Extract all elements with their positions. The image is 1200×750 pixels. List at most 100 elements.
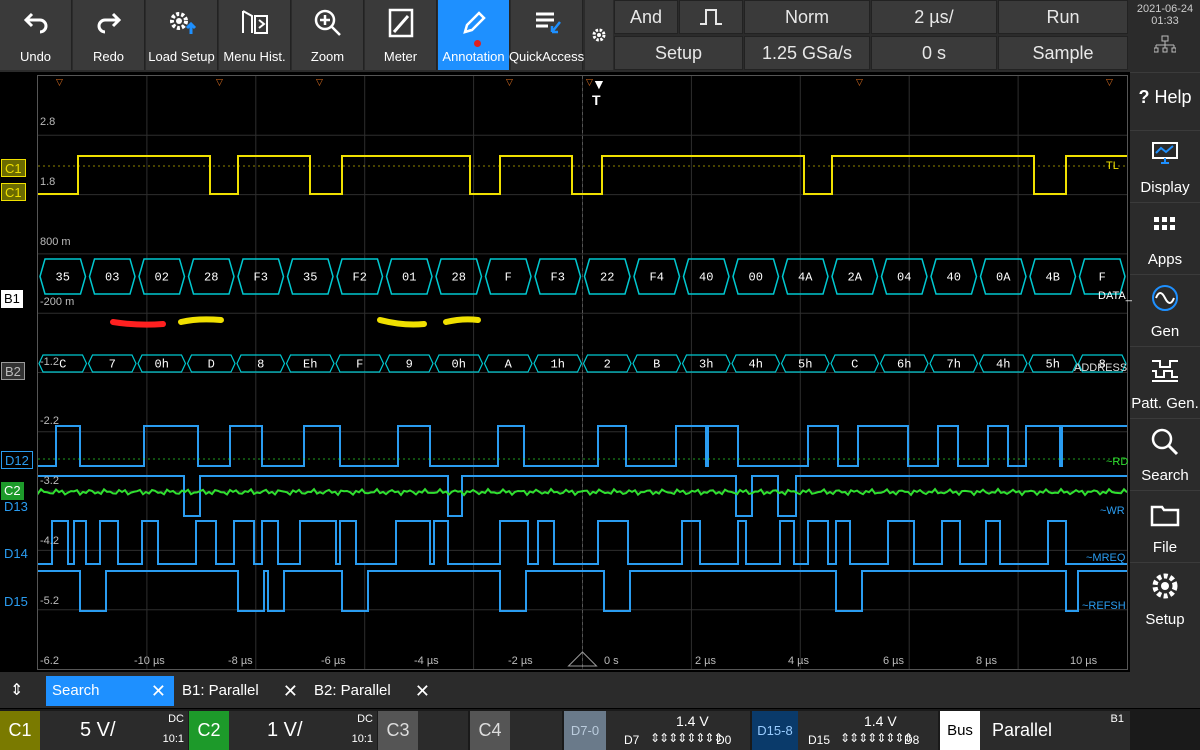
quickaccess-button[interactable]: QuickAccess xyxy=(509,0,584,70)
d7-0-button[interactable]: D7-0 xyxy=(564,711,606,750)
horizontal-offset[interactable]: 0 s xyxy=(871,36,997,70)
channel-bar: C1 5 V/ DC 10:1 C2 1 V/ DC 10:1 C3 C4 D7… xyxy=(0,709,1200,750)
meter-icon xyxy=(388,8,413,38)
marker-triangle: ▽ xyxy=(56,77,63,87)
pattern-gen-button[interactable]: Patt. Gen. xyxy=(1130,346,1200,418)
pattern-gen-label: Patt. Gen. xyxy=(1131,395,1199,412)
acquisition-mode[interactable]: Sample xyxy=(998,36,1128,70)
trigger-logic-text: And xyxy=(629,6,663,27)
b1-tag[interactable]: B1 xyxy=(1,290,23,308)
network-icon xyxy=(1153,35,1177,53)
mreq-label: ~MREQ xyxy=(1086,552,1126,564)
date: 2021-06-24 xyxy=(1136,3,1194,15)
c1-trigger-tag[interactable]: C1 xyxy=(1,159,26,177)
tab-b2-parallel[interactable]: B2: Parallel ✕ xyxy=(308,676,438,706)
d12-tag[interactable]: D12 xyxy=(1,451,33,469)
menu-hist-button[interactable]: Menu Hist. xyxy=(219,0,291,70)
c1-channel-button[interactable]: C1 xyxy=(0,711,40,750)
c1-tag[interactable]: C1 xyxy=(1,183,26,201)
wr-label: ~WR xyxy=(1100,505,1125,517)
redo-button[interactable]: Redo xyxy=(73,0,145,70)
menu-hist-label: Menu Hist. xyxy=(223,49,286,64)
c4-settings[interactable] xyxy=(510,711,562,750)
trigger-position-marker[interactable]: ▼ T xyxy=(592,76,606,108)
offset-text: 0 s xyxy=(921,42,946,63)
bus-button[interactable]: Bus xyxy=(940,711,980,750)
bit-arrows-icon: ⇕⇕⇕⇕⇕⇕⇕⇕ xyxy=(650,731,723,745)
display-button[interactable]: Display xyxy=(1130,130,1200,202)
bus-b1-value: 03 xyxy=(105,271,119,285)
trigger-mode[interactable]: Norm xyxy=(744,0,870,34)
meter-button[interactable]: Meter xyxy=(365,0,437,70)
search-button[interactable]: Search xyxy=(1130,418,1200,490)
run-stop-control[interactable]: Run xyxy=(998,0,1128,34)
marker-triangle: ▽ xyxy=(1106,77,1113,87)
bus-b1-value: 22 xyxy=(600,271,614,285)
zoom-label: Zoom xyxy=(310,49,345,64)
bus-b2-value: 7 xyxy=(109,358,116,372)
display-label: Display xyxy=(1140,179,1190,196)
tab-b1-parallel[interactable]: B1: Parallel ✕ xyxy=(176,676,306,706)
bus-b1-value: F3 xyxy=(551,271,565,285)
apps-button[interactable]: Apps xyxy=(1130,202,1200,274)
d14-tag[interactable]: D14 xyxy=(1,545,31,563)
c3-settings[interactable] xyxy=(418,711,468,750)
d7-0-settings[interactable]: 1.4 V D7 ⇕⇕⇕⇕⇕⇕⇕⇕ D0 xyxy=(606,711,750,750)
c3-channel-button[interactable]: C3 xyxy=(378,711,418,750)
gen-label: Gen xyxy=(1150,323,1180,340)
undo-button[interactable]: Undo xyxy=(0,0,72,70)
run-state-text: Run xyxy=(1046,6,1080,27)
setup-button[interactable]: Setup xyxy=(1130,562,1200,634)
waveform-display[interactable]: ▽ ▽ ▽ ▽ ▽ ▽ ▽ 35 03 02 28 F3 35 F2 01 28 F F3 22 F4 40 00 4A 2A… xyxy=(37,75,1132,670)
bus-b2-value: 3h xyxy=(699,358,713,372)
bus-b1-value: 2A xyxy=(848,271,863,285)
bus-b2-value: 4h xyxy=(749,358,763,372)
trigger-edge[interactable] xyxy=(679,0,743,34)
d15-8-button[interactable]: D15-8 xyxy=(752,711,798,750)
y-label: -1.2 xyxy=(40,356,59,368)
load-setup-button[interactable]: Load Setup xyxy=(146,0,218,70)
c4-channel-button[interactable]: C4 xyxy=(470,711,510,750)
bus-b1-value: F xyxy=(1099,271,1106,285)
y-label: 800 m xyxy=(40,236,71,248)
bus-b1-value: F2 xyxy=(353,271,367,285)
bus-settings[interactable]: Parallel B1 xyxy=(980,711,1130,750)
trigger-mode-text: Norm xyxy=(785,6,829,27)
y-label: -2.2 xyxy=(40,415,59,427)
trigger-logic[interactable]: And xyxy=(614,0,678,34)
pattern-icon xyxy=(1152,360,1178,382)
gen-button[interactable]: Gen xyxy=(1130,274,1200,346)
trigger-setup[interactable]: Setup xyxy=(614,36,743,70)
data-bus-label: DATA_ xyxy=(1098,290,1132,302)
b2-tag[interactable]: B2 xyxy=(1,362,25,380)
close-icon[interactable]: ✕ xyxy=(415,676,430,706)
d15-tag[interactable]: D15 xyxy=(1,593,31,611)
timebase-control[interactable]: 2 µs/ xyxy=(871,0,997,34)
c2-channel-button[interactable]: C2 xyxy=(189,711,229,750)
tab-b2-label: B2: Parallel xyxy=(314,682,391,699)
load-setup-label: Load Setup xyxy=(148,49,215,64)
bus-b1-value: F3 xyxy=(254,271,268,285)
x-label: -6 µs xyxy=(321,655,346,667)
rd-label: ~RD xyxy=(1106,456,1129,468)
file-button[interactable]: File xyxy=(1130,490,1200,562)
y-label: -5.2 xyxy=(40,595,59,607)
zoom-button[interactable]: Zoom xyxy=(292,0,364,70)
d13-tag[interactable]: D13 xyxy=(1,498,31,516)
c2-settings[interactable]: 1 V/ DC 10:1 xyxy=(229,711,377,750)
gear-upload-icon xyxy=(169,12,196,34)
d15-8-settings[interactable]: 1.4 V D15 ⇕⇕⇕⇕⇕⇕⇕⇕ D8 xyxy=(798,711,938,750)
d15-8-threshold: 1.4 V xyxy=(864,713,897,729)
bus-b1-value: 28 xyxy=(452,271,466,285)
settings-toggle[interactable] xyxy=(585,0,613,70)
c1-settings[interactable]: 5 V/ DC 10:1 xyxy=(40,711,188,750)
bus-b1-value: F xyxy=(505,271,512,285)
annotation-button[interactable]: Annotation xyxy=(438,0,510,70)
close-icon[interactable]: ✕ xyxy=(283,676,298,706)
close-icon[interactable]: ✕ xyxy=(151,676,166,706)
tab-search[interactable]: Search ✕ xyxy=(46,676,174,706)
expand-toggle-icon[interactable]: ⇕ xyxy=(10,680,23,700)
sample-rate[interactable]: 1.25 GSa/s xyxy=(744,36,870,70)
d8-label: D8 xyxy=(904,733,920,747)
x-label: 0 s xyxy=(604,655,619,667)
